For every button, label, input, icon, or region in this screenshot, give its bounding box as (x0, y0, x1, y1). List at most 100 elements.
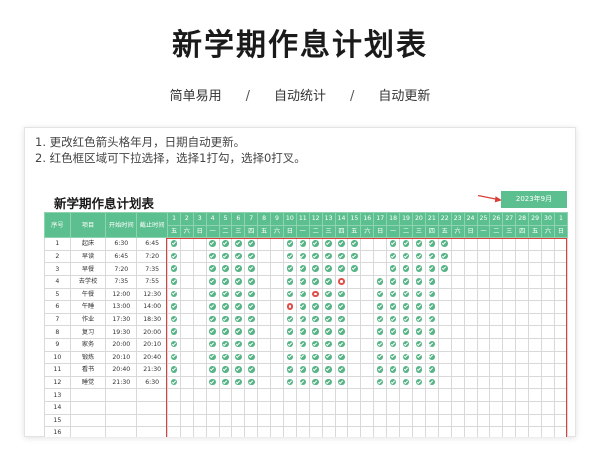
day-cell[interactable] (321, 300, 336, 314)
day-cell[interactable] (489, 287, 504, 302)
day-cell[interactable] (553, 350, 568, 365)
day-cell[interactable] (424, 300, 439, 314)
day-cell[interactable] (205, 350, 220, 365)
day-cell[interactable] (244, 363, 259, 377)
day-cell[interactable] (308, 350, 323, 365)
day-cell[interactable] (308, 413, 323, 428)
day-cell[interactable] (553, 262, 568, 276)
day-cell[interactable] (502, 413, 517, 428)
day-cell[interactable] (450, 350, 465, 365)
day-cell[interactable] (192, 287, 207, 302)
day-cell[interactable] (411, 375, 426, 390)
day-cell[interactable] (502, 262, 517, 276)
day-cell[interactable] (218, 249, 233, 264)
day-cell[interactable] (231, 337, 246, 352)
day-cell[interactable] (179, 363, 194, 377)
day-cell[interactable] (489, 388, 504, 402)
day-cell[interactable] (437, 262, 452, 276)
day-cell[interactable] (282, 262, 297, 276)
day-cell[interactable] (347, 337, 362, 352)
day-cell[interactable] (424, 400, 439, 415)
day-cell[interactable] (411, 325, 426, 339)
day-cell[interactable] (295, 337, 310, 352)
day-cell[interactable] (399, 337, 413, 352)
day-cell[interactable] (231, 426, 246, 437)
day-cell[interactable] (231, 312, 246, 327)
day-cell[interactable] (218, 300, 233, 314)
day-cell[interactable] (179, 350, 194, 365)
day-cell[interactable] (205, 325, 220, 339)
day-cell[interactable] (179, 262, 194, 276)
day-cell[interactable] (502, 337, 517, 352)
day-cell[interactable] (515, 413, 530, 428)
day-cell[interactable] (282, 337, 297, 352)
day-cell[interactable] (218, 312, 233, 327)
day-cell[interactable] (386, 262, 401, 276)
day-cell[interactable] (450, 300, 465, 314)
day-cell[interactable] (244, 350, 259, 365)
day-cell[interactable] (218, 413, 233, 428)
day-cell[interactable] (373, 262, 388, 276)
month-selector[interactable]: 2023年9月 (501, 191, 567, 208)
day-cell[interactable] (231, 375, 246, 390)
day-cell[interactable] (399, 426, 413, 437)
day-cell[interactable] (244, 274, 259, 289)
day-cell[interactable] (528, 237, 543, 251)
day-cell[interactable] (205, 249, 220, 264)
day-cell[interactable] (257, 388, 272, 402)
day-cell[interactable] (463, 413, 478, 428)
day-cell[interactable] (541, 413, 555, 428)
day-cell[interactable] (502, 325, 517, 339)
day-cell[interactable] (231, 350, 246, 365)
day-cell[interactable] (437, 287, 452, 302)
day-cell[interactable] (424, 287, 439, 302)
day-cell[interactable] (386, 337, 401, 352)
day-cell[interactable] (476, 350, 491, 365)
day-cell[interactable] (541, 262, 555, 276)
day-cell[interactable] (167, 363, 181, 377)
day-cell[interactable] (321, 274, 336, 289)
day-cell[interactable] (360, 426, 375, 437)
day-cell[interactable] (437, 249, 452, 264)
day-cell[interactable] (282, 287, 297, 302)
day-cell[interactable] (244, 388, 259, 402)
day-cell[interactable] (295, 237, 310, 251)
day-cell[interactable] (347, 426, 362, 437)
day-cell[interactable] (347, 363, 362, 377)
day-cell[interactable] (411, 237, 426, 251)
day-cell[interactable] (308, 400, 323, 415)
day-cell[interactable] (257, 300, 272, 314)
day-cell[interactable] (489, 325, 504, 339)
day-cell[interactable] (450, 287, 465, 302)
day-cell[interactable] (489, 413, 504, 428)
day-cell[interactable] (502, 375, 517, 390)
day-cell[interactable] (257, 363, 272, 377)
day-cell[interactable] (347, 274, 362, 289)
day-cell[interactable] (179, 337, 194, 352)
day-cell[interactable] (386, 413, 401, 428)
day-cell[interactable] (528, 363, 543, 377)
day-cell[interactable] (399, 400, 413, 415)
day-cell[interactable] (205, 375, 220, 390)
day-cell[interactable] (321, 312, 336, 327)
day-cell[interactable] (308, 287, 323, 302)
day-cell[interactable] (205, 413, 220, 428)
day-cell[interactable] (553, 363, 568, 377)
day-cell[interactable] (463, 426, 478, 437)
day-cell[interactable] (192, 375, 207, 390)
day-cell[interactable] (231, 413, 246, 428)
day-cell[interactable] (244, 249, 259, 264)
day-cell[interactable] (386, 249, 401, 264)
day-cell[interactable] (399, 375, 413, 390)
day-cell[interactable] (450, 312, 465, 327)
day-cell[interactable] (463, 249, 478, 264)
day-cell[interactable] (167, 350, 181, 365)
day-cell[interactable] (334, 337, 349, 352)
day-cell[interactable] (373, 300, 388, 314)
day-cell[interactable] (231, 300, 246, 314)
day-cell[interactable] (308, 262, 323, 276)
day-cell[interactable] (515, 388, 530, 402)
day-cell[interactable] (502, 312, 517, 327)
day-cell[interactable] (360, 237, 375, 251)
day-cell[interactable] (179, 325, 194, 339)
